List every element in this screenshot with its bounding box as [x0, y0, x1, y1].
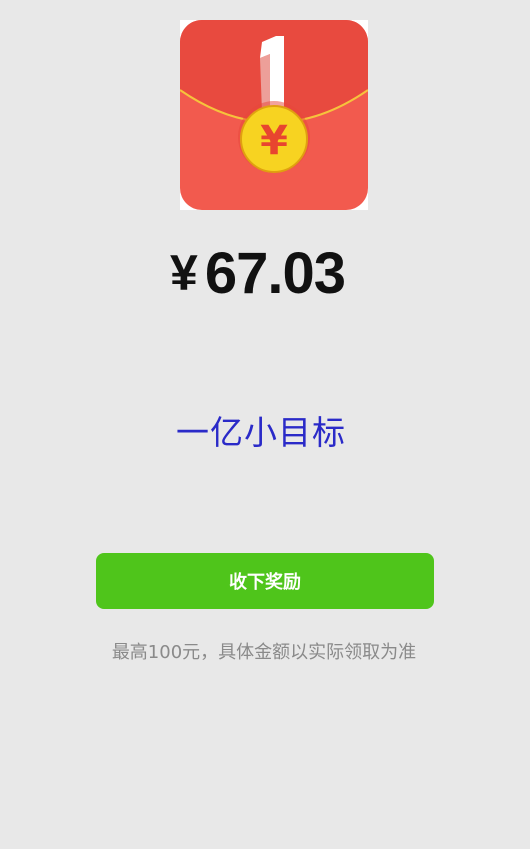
currency-symbol: ¥: [170, 245, 198, 301]
amount-value: 67.03: [204, 240, 346, 306]
red-envelope-icon: ¥: [180, 20, 368, 210]
claim-reward-button[interactable]: 收下奖励: [96, 553, 434, 609]
red-envelope-graphic: ¥: [180, 20, 368, 210]
goal-title: 一亿小目标: [176, 413, 346, 452]
reward-amount: ¥ 67.03: [170, 238, 430, 308]
coin-yen-symbol: ¥: [260, 118, 288, 164]
disclaimer-text: 最高100元，具体金额以实际领取为准: [111, 642, 417, 663]
